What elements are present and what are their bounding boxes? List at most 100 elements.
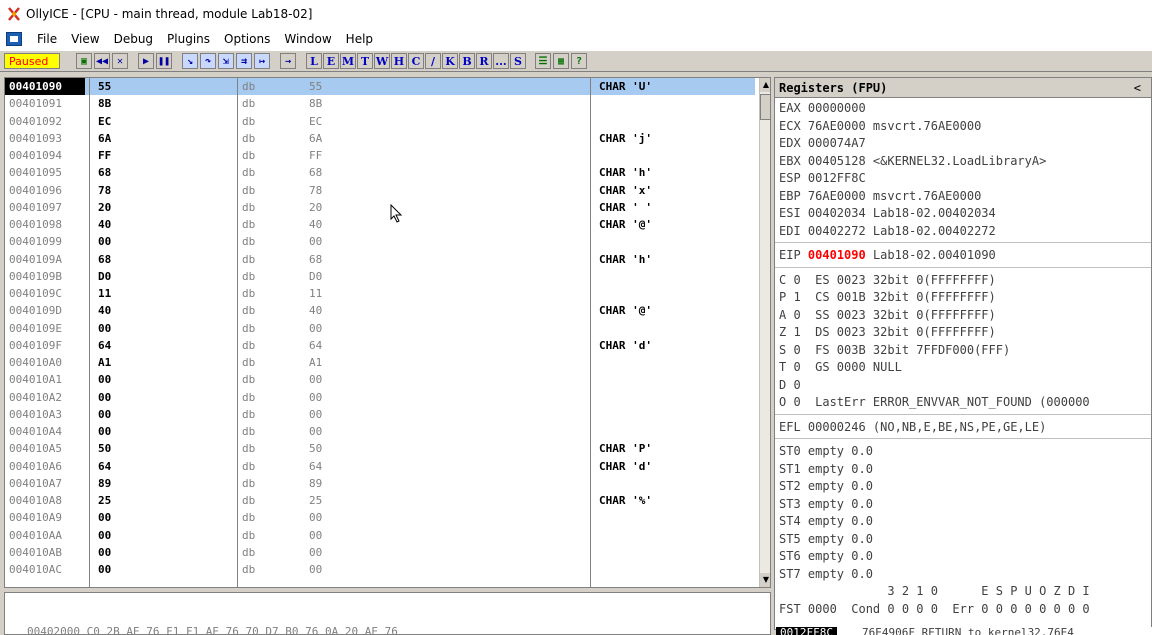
disasm-row[interactable]: 00401094 FF db FF	[5, 147, 755, 164]
help-icon[interactable]: ?	[571, 53, 587, 69]
fpu-register[interactable]: ST5 empty 0.0	[779, 531, 873, 548]
registers-header[interactable]: Registers (FPU) <	[775, 78, 1151, 98]
disasm-row[interactable]: 00401098 40 db 40 CHAR '@'	[5, 216, 755, 233]
disasm-row[interactable]: 00401099 00 db 00	[5, 233, 755, 250]
selected-disasm-row[interactable]: 00401090 55 db 55 CHAR 'U'	[5, 78, 755, 96]
menu-debug[interactable]: Debug	[107, 32, 160, 46]
general-register[interactable]: EBX 00405128 <&KERNEL32.LoadLibraryA>	[779, 153, 1046, 170]
registers-collapse-button[interactable]: <	[1134, 78, 1141, 98]
step-over-icon[interactable]: ↷	[200, 53, 216, 69]
disasm-row[interactable]: 004010A2 00 db 00	[5, 389, 755, 406]
title-bar[interactable]: OllyICE - [CPU - main thread, module Lab…	[0, 0, 1152, 28]
pause-icon[interactable]: ❚❚	[156, 53, 172, 69]
fpu-register[interactable]: ST4 empty 0.0	[779, 513, 873, 530]
stack-pane[interactable]: 0012FF8C 76E4906F RETURN to kernel32.76E…	[776, 627, 1152, 635]
memory-window-button[interactable]: M	[340, 53, 356, 69]
options-icon[interactable]: ▦	[553, 53, 569, 69]
cpu-window-button[interactable]: C	[408, 53, 424, 69]
fpu-register[interactable]: ST3 empty 0.0	[779, 496, 873, 513]
menu-file[interactable]: File	[30, 32, 64, 46]
disasm-row[interactable]: 004010AC 00 db 00	[5, 561, 755, 578]
disasm-row[interactable]: 004010A0 A1 db A1	[5, 354, 755, 371]
disasm-row[interactable]: 0040109F 64 db 64 CHAR 'd'	[5, 337, 755, 354]
disasm-row[interactable]: 0040109D 40 db 40 CHAR '@'	[5, 302, 755, 319]
modules-window-button[interactable]: E	[323, 53, 339, 69]
fpu-status-word[interactable]: FST 0000 Cond 0 0 0 0 Err 0 0 0 0 0 0 0 …	[779, 601, 1090, 618]
disasm-row[interactable]: 00401097 20 db 20 CHAR ' '	[5, 199, 755, 216]
disasm-row[interactable]: 004010A5 50 db 50 CHAR 'P'	[5, 440, 755, 457]
general-register[interactable]: ESP 0012FF8C	[779, 170, 866, 187]
restart-icon[interactable]: ◀◀	[94, 53, 110, 69]
disasm-row[interactable]: 004010AA 00 db 00	[5, 527, 755, 544]
fpu-bits-header[interactable]: 3 2 1 0 E S P U O Z D I	[779, 583, 1089, 600]
general-register[interactable]: ESI 00402034 Lab18-02.00402034	[779, 205, 996, 222]
menu-options[interactable]: Options	[217, 32, 277, 46]
general-register[interactable]: EBP 76AE0000 msvcrt.76AE0000	[779, 188, 981, 205]
goto-icon[interactable]: →	[280, 53, 296, 69]
eip-register[interactable]: EIP 00401090 Lab18-02.00401090	[779, 247, 996, 264]
menu-plugins[interactable]: Plugins	[160, 32, 217, 46]
disasm-row[interactable]: 00401092 EC db EC	[5, 113, 755, 130]
scroll-down-icon[interactable]: ▼	[760, 573, 770, 587]
run-trace-window-button[interactable]: ...	[493, 53, 509, 69]
source-window-button[interactable]: S	[510, 53, 526, 69]
disasm-row[interactable]: 004010A8 25 db 25 CHAR '%'	[5, 492, 755, 509]
flag-segment-register[interactable]: O 0 LastErr ERROR_ENVVAR_NOT_FOUND (0000…	[779, 394, 1090, 411]
scrollbar-thumb[interactable]	[760, 94, 770, 120]
flag-segment-register[interactable]: A 0 SS 0023 32bit 0(FFFFFFFF)	[779, 307, 996, 324]
fpu-register[interactable]: ST7 empty 0.0	[779, 566, 873, 583]
fpu-register[interactable]: ST6 empty 0.0	[779, 548, 873, 565]
list-icon[interactable]: ☰	[535, 53, 551, 69]
scroll-up-icon[interactable]: ▲	[760, 78, 770, 92]
disasm-row[interactable]: 00401095 68 db 68 CHAR 'h'	[5, 164, 755, 181]
disasm-row[interactable]: 00401091 8B db 8B	[5, 95, 755, 112]
disasm-row[interactable]: 004010A4 00 db 00	[5, 423, 755, 440]
disasm-row[interactable]: 00401093 6A db 6A CHAR 'j'	[5, 130, 755, 147]
fpu-register[interactable]: ST1 empty 0.0	[779, 461, 873, 478]
disasm-row[interactable]: 0040109A 68 db 68 CHAR 'h'	[5, 251, 755, 268]
fpu-register[interactable]: ST0 empty 0.0	[779, 443, 873, 460]
disasm-row[interactable]: 004010AB 00 db 00	[5, 544, 755, 561]
disasm-row[interactable]: 004010A1 00 db 00	[5, 371, 755, 388]
references-window-button[interactable]: R	[476, 53, 492, 69]
disasm-row[interactable]: 00401096 78 db 78 CHAR 'x'	[5, 182, 755, 199]
disasm-row[interactable]: 0040109B D0 db D0	[5, 268, 755, 285]
disassembly-scrollbar[interactable]: ▲ ▼	[759, 78, 770, 587]
flag-segment-register[interactable]: Z 1 DS 0023 32bit 0(FFFFFFFF)	[779, 324, 996, 341]
general-register[interactable]: ECX 76AE0000 msvcrt.76AE0000	[779, 118, 981, 135]
patches-window-button[interactable]: /	[425, 53, 441, 69]
disassembly-pane[interactable]: 00401090 55 db 55 CHAR 'U' 00401091 8B db 8B 0040…	[4, 77, 771, 588]
log-window-button[interactable]: L	[306, 53, 322, 69]
call-stack-window-button[interactable]: K	[442, 53, 458, 69]
flag-segment-register[interactable]: T 0 GS 0000 NULL	[779, 359, 902, 376]
disasm-row[interactable]: 004010A9 00 db 00	[5, 509, 755, 526]
mdi-window-icon[interactable]	[6, 32, 22, 46]
registers-pane[interactable]: Registers (FPU) < EAX 00000000 ECX 76AE00…	[774, 77, 1152, 630]
handles-window-button[interactable]: H	[391, 53, 407, 69]
flag-segment-register[interactable]: D 0	[779, 377, 801, 394]
disasm-row[interactable]: 0040109C 11 db 11	[5, 285, 755, 302]
step-into-icon[interactable]: ↘	[182, 53, 198, 69]
menu-view[interactable]: View	[64, 32, 106, 46]
flag-segment-register[interactable]: P 1 CS 001B 32bit 0(FFFFFFFF)	[779, 289, 996, 306]
efl-register[interactable]: EFL 00000246 (NO,NB,E,BE,NS,PE,GE,LE)	[779, 419, 1046, 436]
fpu-register[interactable]: ST2 empty 0.0	[779, 478, 873, 495]
disasm-row[interactable]: 004010A7 89 db 89	[5, 475, 755, 492]
disasm-row[interactable]: 004010A6 64 db 64 CHAR 'd'	[5, 458, 755, 475]
general-register[interactable]: EDI 00402272 Lab18-02.00402272	[779, 223, 996, 240]
disasm-row[interactable]: 0040109E 00 db 00	[5, 320, 755, 337]
breakpoints-window-button[interactable]: B	[459, 53, 475, 69]
flag-segment-register[interactable]: S 0 FS 003B 32bit 7FFDF000(FFF)	[779, 342, 1010, 359]
trace-over-icon[interactable]: ⇉	[236, 53, 252, 69]
flag-segment-register[interactable]: C 0 ES 0023 32bit 0(FFFFFFFF)	[779, 272, 996, 289]
open-file-icon[interactable]: ▣	[76, 53, 92, 69]
execute-till-return-icon[interactable]: ↦	[254, 53, 270, 69]
threads-window-button[interactable]: T	[357, 53, 373, 69]
menu-window[interactable]: Window	[277, 32, 338, 46]
run-icon[interactable]: ▶	[138, 53, 154, 69]
disasm-row[interactable]: 004010A3 00 db 00	[5, 406, 755, 423]
windows-window-button[interactable]: W	[374, 53, 390, 69]
menu-help[interactable]: Help	[339, 32, 380, 46]
trace-into-icon[interactable]: ⇲	[218, 53, 234, 69]
memory-dump-pane[interactable]: 00402000 C0 2B AE 76 F1 F1 AE 76 70 D7 B…	[4, 592, 771, 635]
